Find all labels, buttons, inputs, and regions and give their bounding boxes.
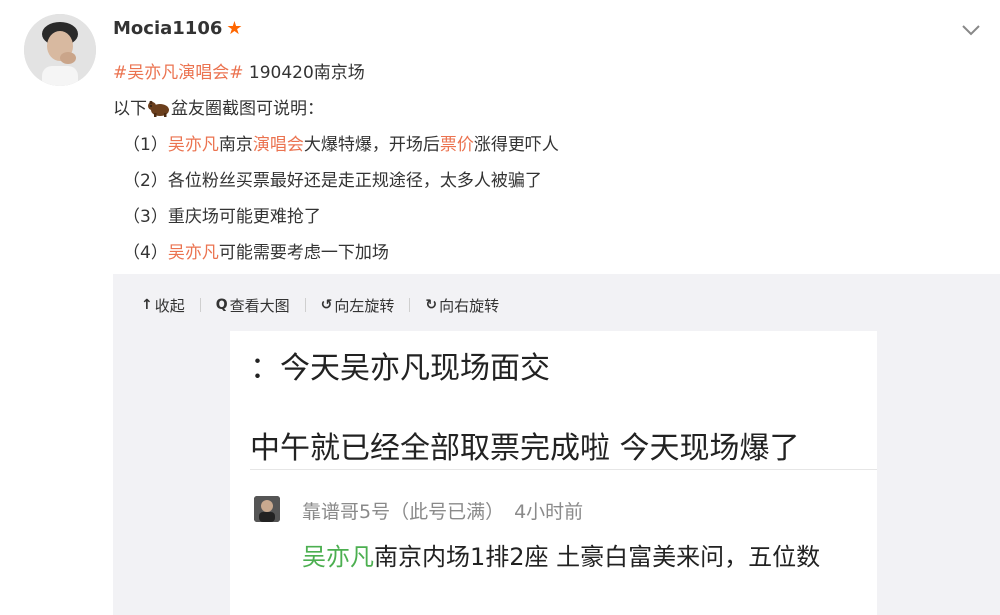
post-intro: 以下 盆友圈截图可说明： [113, 94, 324, 119]
intro-prefix: 以下 [113, 99, 147, 119]
avatar[interactable] [24, 14, 96, 86]
keyword-link[interactable]: 吴亦凡 [168, 243, 219, 263]
screenshot-divider [250, 469, 877, 470]
list-item: （4）吴亦凡可能需要考虑一下加场 [123, 243, 389, 263]
post-image[interactable]: ：今天吴亦凡现场面交 中午就已经全部取票完成啦 今天现场爆了 靠谱哥5号（此号已… [230, 331, 877, 615]
comment-keyword: 吴亦凡 [302, 543, 374, 571]
rotate-left-button[interactable]: ↺ 向左旋转 [321, 295, 395, 316]
avatar-image [24, 14, 96, 86]
comment-text: 南京内场1排2座 土豪白富美来问，五位数 [374, 543, 821, 571]
collapse-up-icon: ↑ [141, 297, 153, 313]
rotate-right-button[interactable]: ↻ 向右旋转 [425, 295, 499, 316]
post-headline: #吴亦凡演唱会# 190420南京场 [113, 58, 365, 83]
topic-link[interactable]: #吴亦凡演唱会# [113, 63, 244, 83]
image-toolbar: ↑ 收起 Q 查看大图 ↺ 向左旋转 ↻ 向右旋转 [141, 294, 499, 316]
comment-time: 4小时前 [514, 501, 584, 523]
collapse-button[interactable]: ↑ 收起 [141, 295, 185, 316]
toolbar-divider [409, 298, 411, 312]
comment-body: 吴亦凡南京内场1排2座 土豪白富美来问，五位数 [302, 539, 862, 575]
username[interactable]: Mocia1106 [113, 18, 222, 39]
screenshot-text: 中午就已经全部取票完成啦 今天现场爆了 [250, 431, 800, 466]
username-row: Mocia1106 ★ [113, 18, 243, 39]
media-viewer: ↑ 收起 Q 查看大图 ↺ 向左旋转 ↻ 向右旋转 ：今天吴亦凡现场面交 中午就… [113, 274, 1000, 615]
chevron-down-icon[interactable] [960, 22, 982, 38]
headline-text: 190420南京场 [243, 63, 365, 83]
list-item: （2）各位粉丝买票最好还是走正规途径，太多人被骗了 [123, 171, 542, 191]
list-item: （1）吴亦凡南京演唱会大爆特爆，开场后票价涨得更吓人 [123, 135, 559, 155]
rotate-left-icon: ↺ [320, 297, 333, 313]
toolbar-divider [199, 298, 201, 312]
keyword-link[interactable]: 吴亦凡 [168, 135, 219, 155]
bear-emoji-icon [148, 100, 169, 117]
star-icon: ★ [226, 17, 243, 39]
keyword-link[interactable]: 演唱会 [253, 135, 304, 155]
toolbar-divider [304, 298, 306, 312]
keyword-link[interactable]: 票价 [440, 135, 474, 155]
view-large-button[interactable]: Q 查看大图 [216, 295, 290, 316]
screenshot-text: ：今天吴亦凡现场面交 [250, 351, 550, 386]
comment-author: 靠谱哥5号（此号已满） [302, 501, 505, 523]
rotate-right-icon: ↻ [425, 297, 438, 313]
search-icon: Q [215, 297, 228, 313]
intro-suffix: 盆友圈截图可说明： [171, 99, 324, 119]
comment-meta: 靠谱哥5号（此号已满） 4小时前 [302, 497, 583, 524]
list-item: （3）重庆场可能更难抢了 [123, 207, 321, 227]
comment-avatar [254, 496, 280, 522]
